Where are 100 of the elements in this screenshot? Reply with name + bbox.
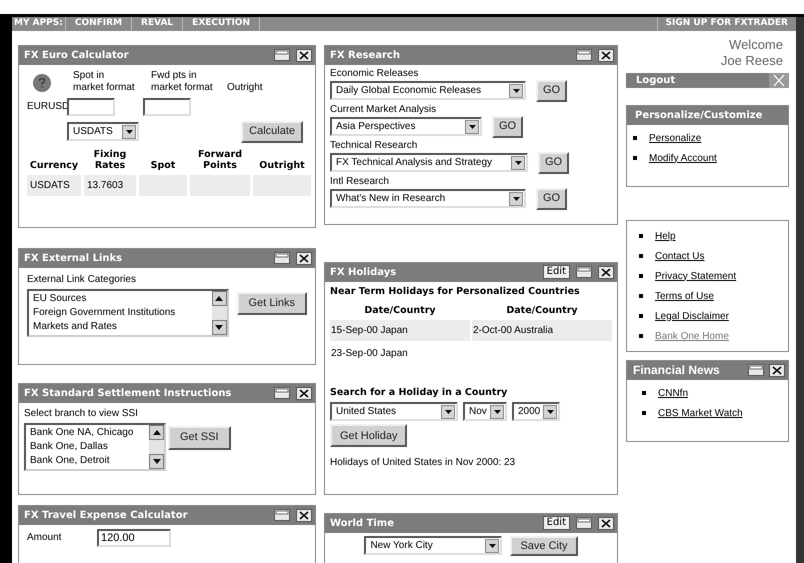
action-button[interactable]: Save City	[510, 536, 578, 556]
bullet-icon	[633, 156, 637, 160]
scrollbar-track[interactable]	[796, 17, 804, 563]
bullet-icon	[639, 314, 643, 318]
action-button[interactable]: GO	[492, 116, 524, 138]
minimize-icon[interactable]	[576, 266, 592, 278]
close-icon[interactable]	[598, 516, 614, 530]
field-label: Technical Research	[330, 140, 418, 152]
close-icon[interactable]	[598, 266, 614, 278]
dropdown-select[interactable]: New York City	[364, 536, 502, 555]
scroll-up-icon[interactable]	[212, 290, 227, 306]
link[interactable]: CNNfn	[658, 386, 688, 400]
dropdown-select[interactable]: 2000	[512, 402, 560, 422]
table-cell: 13.7603	[84, 174, 136, 196]
column-header: Date/Country	[505, 304, 579, 318]
panel-title: FX Research	[330, 48, 401, 62]
section-heading: Near Term Holidays for Personalized Countries	[330, 284, 581, 298]
dropdown-select[interactable]: Asia Perspectives	[330, 117, 482, 136]
link[interactable]: Legal Disclaimer	[655, 308, 729, 324]
action-button[interactable]: GO	[536, 188, 568, 210]
field-label: Spot in market format	[73, 70, 136, 94]
dropdown-select[interactable]: Nov	[463, 402, 507, 422]
list-box[interactable]: EU Sources Foreign Government Institutions Markets and Rates	[27, 288, 229, 336]
column-header: Forward Points	[197, 148, 243, 170]
column-header: Date/Country	[363, 304, 437, 318]
link[interactable]: Privacy Statement	[655, 268, 736, 284]
minimize-icon[interactable]	[576, 517, 592, 529]
list-option[interactable]: Bank One, Detroit	[30, 454, 145, 468]
panel-title: FX Travel Expense Calculator	[24, 508, 189, 522]
table-cell: USDATS	[27, 174, 81, 196]
link[interactable]: Bank One Home	[655, 328, 729, 344]
bullet-icon	[639, 274, 643, 278]
link[interactable]: Help	[655, 228, 676, 244]
column-header: Currency	[28, 160, 80, 170]
link[interactable]: Contact Us	[655, 248, 704, 264]
field-label: Outright	[227, 82, 263, 94]
edit-button[interactable]: Edit	[542, 265, 570, 279]
scroll-down-icon[interactable]	[212, 320, 227, 334]
scroll-down-icon[interactable]	[149, 454, 164, 468]
field-label: Economic Releases	[330, 68, 420, 80]
help-icon[interactable]	[33, 74, 51, 92]
link[interactable]: Modify Account	[649, 150, 717, 166]
list-option[interactable]: Markets and Rates	[33, 320, 208, 334]
minimize-icon[interactable]	[274, 509, 290, 521]
section-heading: Search for a Holiday in a Country	[330, 386, 508, 400]
scroll-up-icon[interactable]	[149, 424, 164, 440]
panel-title: FX Euro Calculator	[24, 48, 130, 62]
list-option[interactable]: Bank One NA, Chicago	[30, 426, 145, 440]
panel-title: FX Standard Settlement Instructions	[24, 386, 232, 400]
column-header: Fixing Rates	[92, 148, 128, 170]
result-text: Holidays of United States in Nov 2000: 23	[330, 456, 516, 470]
list-box[interactable]: Bank One NA, Chicago Bank One, Dallas Bank One, Detroit	[24, 422, 166, 470]
close-icon[interactable]	[296, 252, 312, 264]
panel-title: Personalize/Customize	[635, 108, 762, 122]
bullet-icon	[639, 294, 643, 298]
minimize-icon[interactable]	[274, 387, 290, 399]
field-label: External Link Categories	[27, 272, 137, 286]
bullet-icon	[642, 411, 646, 415]
close-icon[interactable]	[296, 386, 312, 400]
link[interactable]: Personalize	[649, 130, 702, 146]
dropdown-select[interactable]: What's New in Research	[330, 189, 526, 208]
close-icon[interactable]	[598, 48, 614, 62]
logout-link[interactable]: Logout	[636, 72, 676, 88]
field-label: Current Market Analysis	[330, 104, 438, 116]
action-button[interactable]: Get SSI	[168, 426, 231, 450]
close-icon[interactable]	[296, 48, 312, 62]
dropdown-select[interactable]: United States	[330, 402, 458, 422]
bullet-icon	[639, 334, 643, 338]
action-button[interactable]: Calculate	[241, 120, 303, 142]
close-icon[interactable]	[769, 364, 785, 376]
bullet-icon	[633, 136, 637, 140]
link[interactable]: CBS Market Watch	[658, 406, 743, 420]
minimize-icon[interactable]	[576, 49, 592, 61]
dropdown-select[interactable]: Daily Global Economic Releases	[330, 81, 526, 100]
list-option[interactable]: EU Sources	[33, 292, 208, 306]
field-label: Amount	[27, 531, 62, 545]
amount-input[interactable]: 120.00	[97, 528, 171, 546]
panel-title: FX Holidays	[330, 266, 398, 280]
dropdown-select[interactable]: FX Technical Analysis and Strategy	[330, 153, 528, 172]
link[interactable]: Terms of Use	[655, 288, 714, 304]
minimize-icon[interactable]	[274, 252, 290, 264]
bullet-icon	[639, 234, 643, 238]
action-button[interactable]: Get Links	[236, 292, 307, 314]
forward-points-input[interactable]	[143, 98, 191, 116]
spot-input[interactable]	[67, 98, 115, 116]
action-button[interactable]: Get Holiday	[330, 424, 408, 448]
dropdown-select[interactable]: USDATS	[67, 122, 139, 141]
bullet-icon	[642, 391, 646, 395]
close-icon[interactable]	[296, 508, 312, 522]
welcome-text: Welcome	[729, 36, 783, 52]
list-option[interactable]: Bank One, Dallas	[30, 440, 145, 454]
field-label: Fwd pts in market format	[151, 70, 214, 94]
edit-button[interactable]: Edit	[542, 516, 570, 530]
list-option[interactable]: Foreign Government Institutions	[33, 306, 208, 320]
minimize-icon[interactable]	[748, 364, 764, 376]
panel-title: World Time	[330, 516, 395, 530]
minimize-icon[interactable]	[274, 49, 290, 61]
action-button[interactable]: GO	[536, 80, 568, 102]
action-button[interactable]: GO	[538, 152, 570, 174]
table-cell: 2-Oct-00 Australia	[472, 320, 612, 341]
